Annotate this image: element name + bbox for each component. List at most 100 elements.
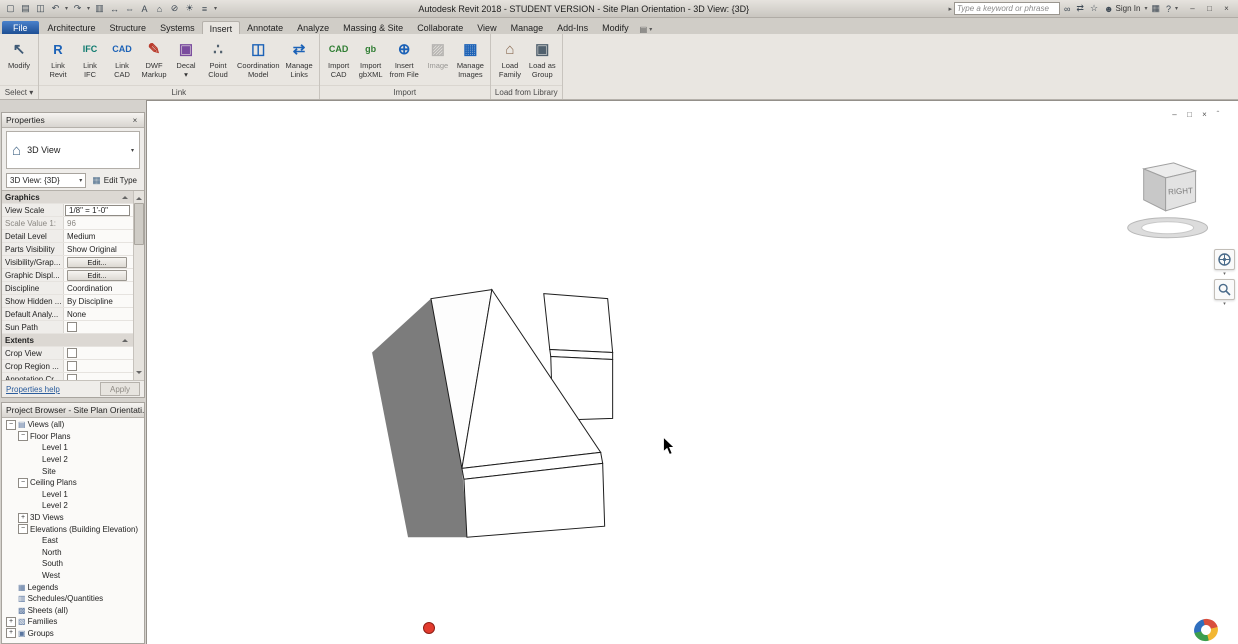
tree-item[interactable]: North <box>2 547 144 559</box>
tree-item[interactable]: West <box>2 570 144 582</box>
ribbon-tab[interactable]: File <box>2 21 39 34</box>
tree-expander-icon[interactable]: + <box>18 513 28 523</box>
drawing-area[interactable]: RIGHT – □ × ˆ ▾ <box>146 100 1238 644</box>
signin-caret[interactable]: ▾ <box>1144 2 1147 15</box>
ribbon-button[interactable]: ✎ DWF Markup <box>138 36 170 80</box>
viewcube-face-label[interactable]: RIGHT <box>1168 186 1193 196</box>
tree-item[interactable]: Level 2 <box>2 500 144 512</box>
favorites-star-icon[interactable]: ☆ <box>1088 2 1100 15</box>
ribbon-tab[interactable]: Massing & Site <box>336 21 410 34</box>
tree-item[interactable]: Level 1 <box>2 442 144 454</box>
save-icon[interactable]: ◫ <box>33 2 48 16</box>
ribbon-tab[interactable]: Insert <box>202 21 241 34</box>
ribbon-button[interactable]: ◫ Coordination Model <box>234 36 283 80</box>
app-store-icon[interactable]: ▦ <box>1149 2 1162 15</box>
property-value[interactable]: 1/8" = 1'-0" <box>65 205 130 216</box>
zoom-options-caret-icon[interactable]: ▾ <box>1223 302 1226 307</box>
ribbon-tab[interactable]: Modify <box>595 21 636 34</box>
ribbon-tab[interactable]: Annotate <box>240 21 290 34</box>
tree-item[interactable]: ▩ Sheets (all) <box>2 605 144 617</box>
ribbon-button[interactable]: ↖ Modify <box>3 36 35 71</box>
zoom-button[interactable] <box>1214 279 1235 300</box>
ribbon-tab[interactable]: Add-Ins <box>550 21 595 34</box>
ribbon-tab[interactable]: Manage <box>504 21 551 34</box>
properties-close-icon[interactable]: × <box>130 116 140 125</box>
tree-item[interactable]: ▥ Schedules/Quantities <box>2 593 144 605</box>
search-input[interactable] <box>954 2 1060 15</box>
view-restore-icon[interactable]: □ <box>1184 109 1195 120</box>
tree-item[interactable]: South <box>2 558 144 570</box>
print-icon[interactable]: ▥ <box>92 2 107 16</box>
type-selector-caret-icon[interactable]: ▾ <box>131 147 134 154</box>
property-value[interactable] <box>64 360 133 372</box>
exchange-apps-icon[interactable]: ⇄ <box>1074 2 1086 15</box>
ribbon-button[interactable]: ▨ Image <box>422 36 454 71</box>
properties-header[interactable]: Properties × <box>2 113 144 128</box>
tree-item[interactable]: + ▣ Groups <box>2 628 144 640</box>
tree-item[interactable]: − ▤ Views (all) <box>2 419 144 431</box>
user-icon[interactable]: ☻ Sign In <box>1102 2 1142 15</box>
tree-item[interactable]: ▦ Legends <box>2 581 144 593</box>
tree-item[interactable]: − Elevations (Building Elevation) <box>2 523 144 535</box>
ribbon-button[interactable]: ▣ Load as Group <box>526 36 559 80</box>
ribbon-button[interactable]: ⇄ Manage Links <box>283 36 316 80</box>
tree-item[interactable]: + 3D Views <box>2 512 144 524</box>
help-icon[interactable]: ? <box>1164 2 1173 15</box>
ribbon-button[interactable]: CAD Link CAD <box>106 36 138 80</box>
property-value[interactable]: Show Original <box>64 243 133 255</box>
tree-expander-icon[interactable]: − <box>18 524 28 534</box>
property-value[interactable]: 96 <box>64 217 133 229</box>
tree-item[interactable]: − Ceiling Plans <box>2 477 144 489</box>
ribbon-tab[interactable]: Architecture <box>41 21 103 34</box>
sun-settings-icon[interactable]: ☀ <box>182 2 197 16</box>
help-caret[interactable]: ▾ <box>1175 2 1178 15</box>
property-value[interactable]: Edit... <box>67 270 127 281</box>
property-value[interactable]: Medium <box>64 230 133 242</box>
properties-scrollbar[interactable] <box>133 191 144 380</box>
steering-wheel-button[interactable] <box>1214 249 1235 270</box>
edit-type-button[interactable]: ▦ Edit Type <box>89 175 140 186</box>
view-close-icon[interactable]: × <box>1199 109 1210 120</box>
ribbon-tab[interactable]: View <box>470 21 503 34</box>
undo-icon[interactable]: ↶ <box>48 2 63 16</box>
ribbon-button[interactable]: IFC Link IFC <box>74 36 106 80</box>
open-icon[interactable]: ▤ <box>18 2 33 16</box>
app-cursor-icon[interactable]: ▢ <box>3 2 18 16</box>
search-collapse-caret[interactable]: ▸ <box>948 5 952 13</box>
tree-item[interactable]: − Floor Plans <box>2 431 144 443</box>
tree-item[interactable]: Level 2 <box>2 454 144 466</box>
aligned-dimension-icon[interactable]: ⇔ <box>122 2 137 16</box>
ribbon-state-toggle[interactable]: ▤ ▾ <box>640 25 653 34</box>
property-value[interactable]: Edit... <box>67 257 127 268</box>
ribbon-tab[interactable]: Collaborate <box>410 21 470 34</box>
binoculars-search-icon[interactable]: ∞ <box>1062 2 1072 15</box>
property-value[interactable] <box>64 373 133 380</box>
default-3d-view-icon[interactable]: ⌂ <box>152 2 167 16</box>
ribbon-button[interactable]: ∴ Point Cloud <box>202 36 234 80</box>
section-icon[interactable]: ⊘ <box>167 2 182 16</box>
panel-label-select[interactable]: Select ▾ <box>0 85 38 99</box>
redo-caret[interactable]: ▾ <box>85 2 92 16</box>
maximize-icon[interactable]: □ <box>1201 2 1218 15</box>
viewcube[interactable]: RIGHT <box>1128 163 1208 238</box>
3d-viewport-canvas[interactable]: RIGHT <box>147 101 1238 644</box>
instance-selector[interactable]: 3D View: {3D} ▾ <box>6 173 86 188</box>
ribbon-tab[interactable]: Analyze <box>290 21 336 34</box>
ribbon-button[interactable]: R Link Revit <box>42 36 74 80</box>
property-value[interactable] <box>64 347 133 359</box>
text-icon[interactable]: A <box>137 2 152 16</box>
measure-icon[interactable]: ↔ <box>107 2 122 16</box>
tree-expander-icon[interactable]: − <box>6 420 16 430</box>
scroll-down-icon[interactable] <box>136 371 142 377</box>
tree-item[interactable]: East <box>2 535 144 547</box>
tree-expander-icon[interactable]: + <box>6 628 16 638</box>
tree-expander-icon[interactable]: − <box>18 431 28 441</box>
tree-item[interactable]: + ▧ Families <box>2 616 144 628</box>
wheel-options-caret-icon[interactable]: ▾ <box>1223 272 1226 277</box>
tree-item[interactable]: Level 1 <box>2 489 144 501</box>
redo-icon[interactable]: ↷ <box>70 2 85 16</box>
undo-caret[interactable]: ▾ <box>63 2 70 16</box>
view-scroll-up-icon[interactable]: ˆ <box>1214 109 1222 120</box>
ribbon-tab[interactable]: Structure <box>103 21 154 34</box>
qat-customize-caret[interactable]: ▾ <box>212 2 219 16</box>
